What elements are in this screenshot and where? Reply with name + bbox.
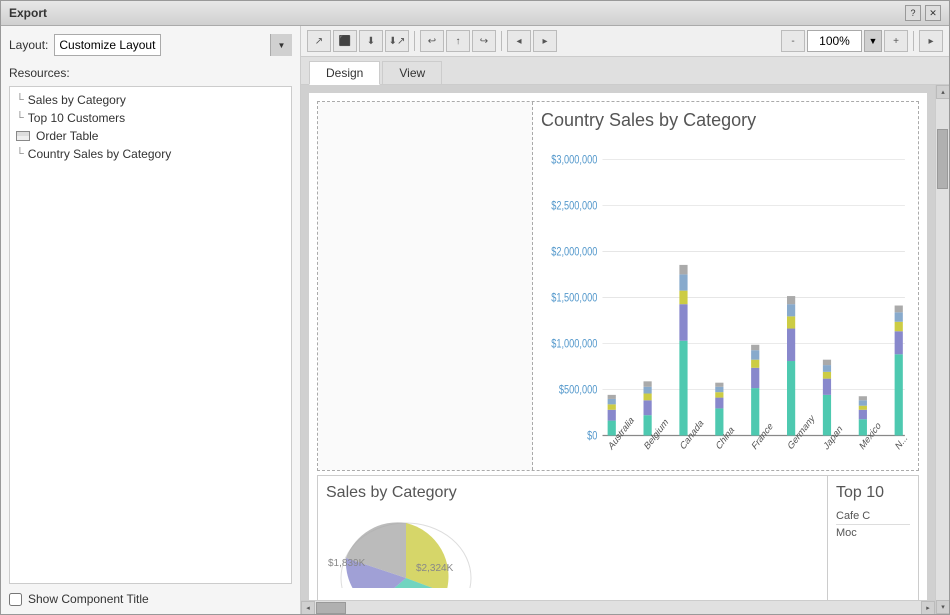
list-item[interactable]: └ Country Sales by Category <box>12 145 289 163</box>
resources-list: └ Sales by Category └ Top 10 Customers O… <box>9 86 292 584</box>
scroll-v-thumb[interactable] <box>937 129 948 189</box>
dashboard-row-1: Country Sales by Category $3,000,000 $2,… <box>317 101 919 471</box>
layout-row: Layout: Customize Layout ▼ <box>9 34 292 56</box>
svg-text:$0: $0 <box>587 429 597 443</box>
left-panel: Layout: Customize Layout ▼ Resources: └ … <box>1 26 301 614</box>
list-item[interactable]: └ Top 10 Customers <box>12 109 289 127</box>
svg-text:$2,500,000: $2,500,000 <box>551 199 597 213</box>
show-component-row: Show Component Title <box>9 584 292 606</box>
svg-text:$1,000,000: $1,000,000 <box>551 337 597 351</box>
scrollbar-vertical[interactable]: ▴ ▾ <box>935 85 949 614</box>
chart-title: Country Sales by Category <box>541 110 910 131</box>
layout-select[interactable]: Customize Layout <box>54 34 161 56</box>
sep1 <box>414 31 415 51</box>
sep2 <box>501 31 502 51</box>
resource-name-4: Country Sales by Category <box>28 147 171 161</box>
tab-design[interactable]: Design <box>309 61 380 85</box>
pie-val-2: $2,324K <box>416 563 453 574</box>
undo-btn[interactable]: ↩ <box>420 30 444 52</box>
chart-area: Country Sales by Category $3,000,000 $2,… <box>533 102 918 470</box>
scroll-down-arrow[interactable]: ▾ <box>936 600 949 614</box>
tab-view[interactable]: View <box>382 61 442 84</box>
redo-btn[interactable]: ↑ <box>446 30 470 52</box>
scroll-v-spacer <box>936 190 949 600</box>
pie-chart-svg <box>326 508 486 588</box>
bottom-right-panel: Top 10 Cafe C Moc <box>828 476 918 600</box>
up-btn[interactable]: ▸ <box>533 30 557 52</box>
scroll-h-track <box>315 601 921 614</box>
canvas-with-scroll: Country Sales by Category $3,000,000 $2,… <box>301 85 935 614</box>
zoom-control: - ▼ + <box>781 30 908 52</box>
svg-text:$3,000,000: $3,000,000 <box>551 153 597 167</box>
resource-name-2: Top 10 Customers <box>28 111 125 125</box>
help-button[interactable]: ? <box>905 5 921 21</box>
left-placeholder <box>318 102 533 470</box>
bar-chart: $3,000,000 $2,500,000 $2,000,000 $1,500,… <box>541 139 910 491</box>
tree-icon-1: └ <box>16 95 24 106</box>
zoom-arrow[interactable]: ▼ <box>864 30 882 52</box>
table-icon <box>16 131 30 141</box>
tree-icon-4: └ <box>16 149 24 160</box>
layout-label: Layout: <box>9 38 48 52</box>
show-component-checkbox[interactable] <box>9 593 22 606</box>
svg-text:$500,000: $500,000 <box>559 383 597 397</box>
left-btn[interactable]: ◂ <box>507 30 531 52</box>
right-inner: Country Sales by Category $3,000,000 $2,… <box>301 85 949 614</box>
scroll-left-arrow[interactable]: ◂ <box>301 601 315 614</box>
layout-select-wrapper: Customize Layout ▼ <box>54 34 292 56</box>
window-title: Export <box>9 6 47 20</box>
main-content: Layout: Customize Layout ▼ Resources: └ … <box>1 26 949 614</box>
show-component-label: Show Component Title <box>28 592 149 606</box>
top10-item-1: Cafe C <box>836 508 910 525</box>
resource-name-3: Order Table <box>36 129 98 143</box>
export-window: Export ? ✕ Layout: Customize Layout ▼ Re… <box>0 0 950 615</box>
forward-btn[interactable]: ↪ <box>472 30 496 52</box>
list-item[interactable]: Order Table <box>12 127 289 145</box>
zoom-out-btn[interactable]: - <box>781 30 805 52</box>
pie-chart-area: $1,839K $2,324K <box>326 508 819 588</box>
zoom-in-btn[interactable]: + <box>884 30 908 52</box>
bottom-left-panel: Sales by Category <box>318 476 828 600</box>
resources-label: Resources: <box>9 66 292 80</box>
canvas-area[interactable]: Country Sales by Category $3,000,000 $2,… <box>301 85 935 600</box>
resource-name-1: Sales by Category <box>28 93 126 107</box>
scroll-h-thumb[interactable] <box>316 602 346 614</box>
scroll-right-arrow[interactable]: ▸ <box>921 601 935 614</box>
extra-btn[interactable]: ▸ <box>919 30 943 52</box>
image-btn[interactable]: ⬛ <box>333 30 357 52</box>
svg-text:$1,500,000: $1,500,000 <box>551 291 597 305</box>
zoom-input[interactable] <box>807 30 862 52</box>
tree-icon-2: └ <box>16 113 24 124</box>
toolbar: ↗ ⬛ ⬇ ⬇↗ ↩ ↑ ↪ ◂ ▸ - ▼ + ▸ <box>301 26 949 57</box>
export-icon-btn[interactable]: ↗ <box>307 30 331 52</box>
sep3 <box>913 31 914 51</box>
svg-text:$2,000,000: $2,000,000 <box>551 245 597 259</box>
scroll-up-arrow[interactable]: ▴ <box>936 85 949 99</box>
right-panel: ↗ ⬛ ⬇ ⬇↗ ↩ ↑ ↪ ◂ ▸ - ▼ + ▸ <box>301 26 949 614</box>
pie-val-1: $1,839K <box>328 558 365 569</box>
canvas-content: Country Sales by Category $3,000,000 $2,… <box>309 93 927 600</box>
download-btn[interactable]: ⬇ <box>359 30 383 52</box>
tab-bar: Design View <box>301 57 949 85</box>
close-button[interactable]: ✕ <box>925 5 941 21</box>
title-bar: Export ? ✕ <box>1 1 949 26</box>
export-alt-btn[interactable]: ⬇↗ <box>385 30 409 52</box>
scrollbar-horizontal[interactable]: ◂ ▸ <box>301 600 935 614</box>
select-arrow-icon: ▼ <box>270 34 292 56</box>
top10-item-2: Moc <box>836 525 910 541</box>
list-item[interactable]: └ Sales by Category <box>12 91 289 109</box>
window-controls: ? ✕ <box>905 5 941 21</box>
